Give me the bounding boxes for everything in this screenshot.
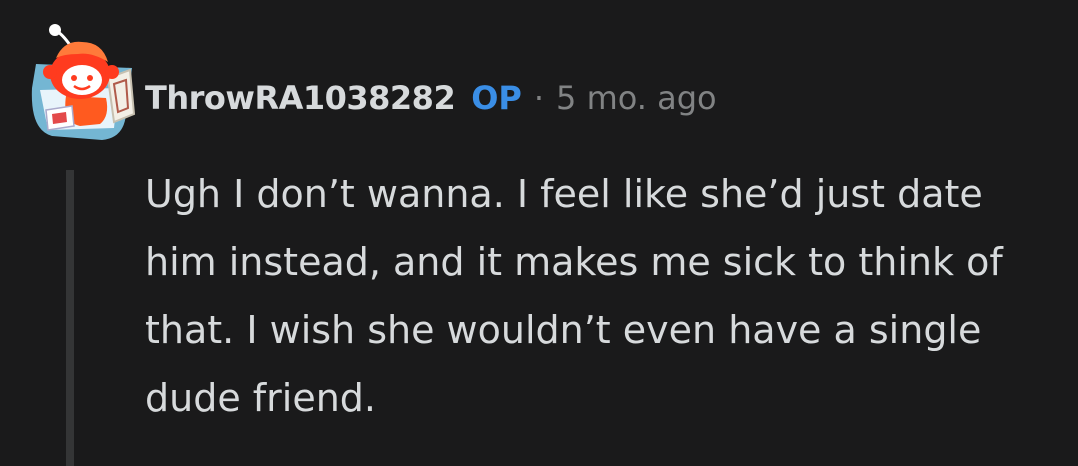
comment-meta: ThrowRA1038282 OP · 5 mo. ago bbox=[145, 76, 717, 120]
op-badge: OP bbox=[471, 79, 522, 117]
comment-body: Ugh I don’t wanna. I feel like she’d jus… bbox=[145, 172, 1003, 420]
username-link[interactable]: ThrowRA1038282 bbox=[145, 79, 456, 117]
separator-dot: · bbox=[533, 79, 545, 117]
comment-timestamp[interactable]: 5 mo. ago bbox=[556, 79, 717, 117]
thread-line[interactable] bbox=[66, 170, 74, 466]
snoo-avatar-icon[interactable] bbox=[22, 18, 140, 142]
comment: ThrowRA1038282 OP · 5 mo. ago Ugh I don’… bbox=[0, 0, 1078, 466]
